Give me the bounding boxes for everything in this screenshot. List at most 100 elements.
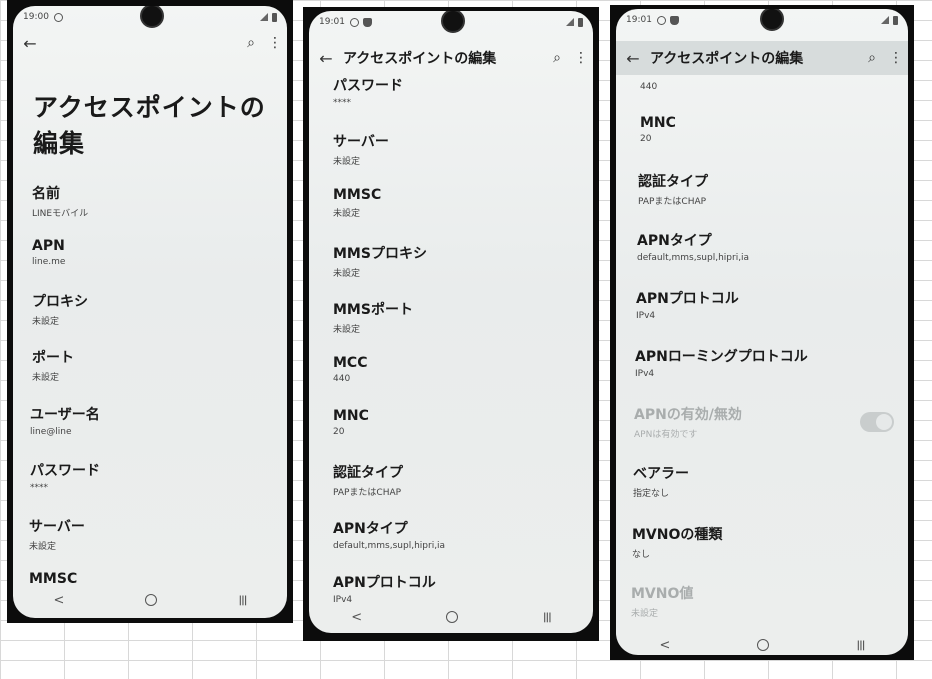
field-value: 未設定 — [333, 325, 361, 335]
sync-icon — [349, 17, 359, 27]
back-arrow-icon[interactable]: ← — [309, 49, 343, 68]
field-label: MVNOの種類 — [632, 527, 723, 543]
sync-icon — [656, 15, 666, 25]
field-mmsc[interactable]: MMSC — [29, 571, 287, 587]
field-value: 440 — [640, 82, 658, 92]
field-mms-proxy[interactable]: MMSプロキシ 未設定 — [333, 243, 593, 279]
field-label: MMSポート — [333, 302, 413, 318]
more-vert-icon[interactable]: ⋮ — [884, 50, 908, 66]
field-apn-type[interactable]: APNタイプ default,mms,supl,hipri,ia — [333, 518, 593, 551]
field-label: ユーザー名 — [30, 407, 100, 423]
status-time: 19:00 — [23, 12, 49, 22]
field-port[interactable]: ポート 未設定 — [32, 347, 287, 383]
field-apn[interactable]: APN line.me — [32, 238, 287, 267]
search-icon[interactable]: ⌕ — [545, 50, 569, 66]
field-label: APN — [32, 238, 65, 254]
field-apn-roaming-protocol[interactable]: APNローミングプロトコル IPv4 — [635, 346, 908, 379]
status-bar: 19:00 — [23, 10, 277, 24]
sync-icon — [53, 12, 63, 22]
app-bar: ← アクセスポイントの編集 ⌕ ⋮ — [309, 41, 593, 75]
field-server[interactable]: サーバー 未設定 — [29, 516, 287, 552]
nav-home-icon[interactable] — [446, 611, 459, 623]
field-label: ポート — [32, 350, 74, 366]
field-value: PAPまたはCHAP — [333, 488, 402, 498]
field-value: IPv4 — [636, 311, 656, 321]
phone-photo-2: 19:01 ← アクセスポイントの編集 ⌕ ⋮ パスワード **** サーバー未設… — [303, 7, 599, 641]
field-mms-port[interactable]: MMSポート未設定 — [333, 299, 593, 335]
field-label: MMSC — [29, 571, 78, 587]
field-label: サーバー — [29, 519, 85, 535]
field-auth-type[interactable]: 認証タイプ PAPまたはCHAP — [638, 171, 908, 207]
field-mvno-value[interactable]: MVNO値 未設定 — [631, 583, 908, 619]
app-bar: ← ⌕ ⋮ — [13, 26, 287, 60]
shield-icon — [362, 17, 372, 27]
field-label: APNプロトコル — [636, 291, 739, 307]
nav-recent-icon[interactable]: ||| — [856, 640, 865, 651]
phone-screen-1: 19:00 ← ⌕ ⋮ アクセスポイントの 編集 名前 LINEモバイル APN l… — [13, 6, 287, 618]
field-value: 20 — [640, 134, 652, 144]
nav-bar: < ||| — [309, 607, 593, 627]
signal-icon — [260, 13, 268, 21]
field-label: MMSプロキシ — [333, 246, 427, 262]
shield-icon — [669, 15, 679, 25]
field-value: default,mms,supl,hipri,ia — [637, 253, 750, 263]
back-arrow-icon[interactable]: ← — [13, 34, 47, 53]
field-label: パスワード — [333, 78, 403, 94]
nav-home-icon[interactable] — [757, 639, 770, 651]
field-label: サーバー — [333, 134, 389, 150]
field-mnc[interactable]: MNC 20 — [333, 408, 593, 437]
battery-icon — [893, 15, 898, 25]
search-icon[interactable]: ⌕ — [860, 50, 884, 66]
field-bearer[interactable]: ベアラー 指定なし — [633, 463, 908, 499]
search-icon[interactable]: ⌕ — [239, 35, 263, 51]
field-label: APNローミングプロトコル — [635, 349, 808, 365]
app-bar-title: アクセスポイントの編集 — [343, 51, 497, 67]
field-value: 指定なし — [633, 489, 670, 499]
field-mmsc[interactable]: MMSC 未設定 — [333, 187, 593, 219]
nav-bar: < ||| — [616, 635, 908, 655]
field-label: APNタイプ — [637, 233, 712, 249]
field-auth-type[interactable]: 認証タイプ PAPまたはCHAP — [333, 462, 593, 498]
nav-bar: < ||| — [13, 590, 287, 610]
field-proxy[interactable]: プロキシ 未設定 — [32, 291, 287, 327]
more-vert-icon[interactable]: ⋮ — [569, 50, 593, 66]
nav-back-icon[interactable]: < — [54, 593, 65, 608]
nav-recent-icon[interactable]: ||| — [543, 612, 552, 623]
apn-enable-toggle[interactable] — [860, 412, 894, 432]
field-value: **** — [30, 483, 48, 493]
field-value: 20 — [333, 427, 345, 437]
phone-photo-1: 19:00 ← ⌕ ⋮ アクセスポイントの 編集 名前 LINEモバイル APN l… — [7, 0, 293, 623]
nav-home-icon[interactable] — [145, 594, 158, 606]
field-password[interactable]: パスワード **** — [333, 75, 593, 108]
field-apn-protocol[interactable]: APNプロトコル IPv4 — [636, 288, 908, 321]
field-apn-protocol[interactable]: APNプロトコル IPv4 — [333, 572, 593, 605]
field-label: 認証タイプ — [333, 465, 403, 481]
field-username[interactable]: ユーザー名 line@line — [30, 404, 287, 437]
field-name[interactable]: 名前 LINEモバイル — [32, 183, 287, 219]
field-server[interactable]: サーバー 未設定 — [333, 131, 593, 167]
nav-recent-icon[interactable]: ||| — [238, 595, 247, 606]
field-value: 440 — [333, 374, 351, 384]
back-arrow-icon[interactable]: ← — [616, 49, 650, 68]
status-time: 19:01 — [319, 17, 345, 27]
field-label: 認証タイプ — [638, 174, 708, 190]
field-value: 未設定 — [333, 157, 361, 167]
field-mnc[interactable]: MNC 20 — [640, 115, 908, 144]
field-value: IPv4 — [333, 595, 353, 605]
more-vert-icon[interactable]: ⋮ — [263, 35, 287, 51]
page-title: アクセスポイントの 編集 — [33, 90, 266, 162]
field-apn-type[interactable]: APNタイプ default,mms,supl,hipri,ia — [637, 230, 908, 263]
app-bar-title: アクセスポイントの編集 — [650, 51, 804, 67]
field-mcc[interactable]: MCC 440 — [333, 355, 593, 384]
field-value: IPv4 — [635, 369, 655, 379]
field-value: 未設定 — [29, 542, 57, 552]
field-label: MNC — [333, 408, 369, 424]
field-password[interactable]: パスワード **** — [30, 460, 287, 493]
field-value: 未設定 — [32, 317, 60, 327]
phone-screen-3: 19:01 ← アクセスポイントの編集 ⌕ ⋮ 440 MNC 20 認証タイプ P… — [616, 9, 908, 655]
page-title-line1: アクセスポイントの — [33, 93, 266, 122]
nav-back-icon[interactable]: < — [660, 638, 671, 653]
field-mvno-type[interactable]: MVNOの種類 なし — [632, 524, 908, 560]
nav-back-icon[interactable]: < — [351, 610, 362, 625]
field-value: 未設定 — [333, 209, 361, 219]
